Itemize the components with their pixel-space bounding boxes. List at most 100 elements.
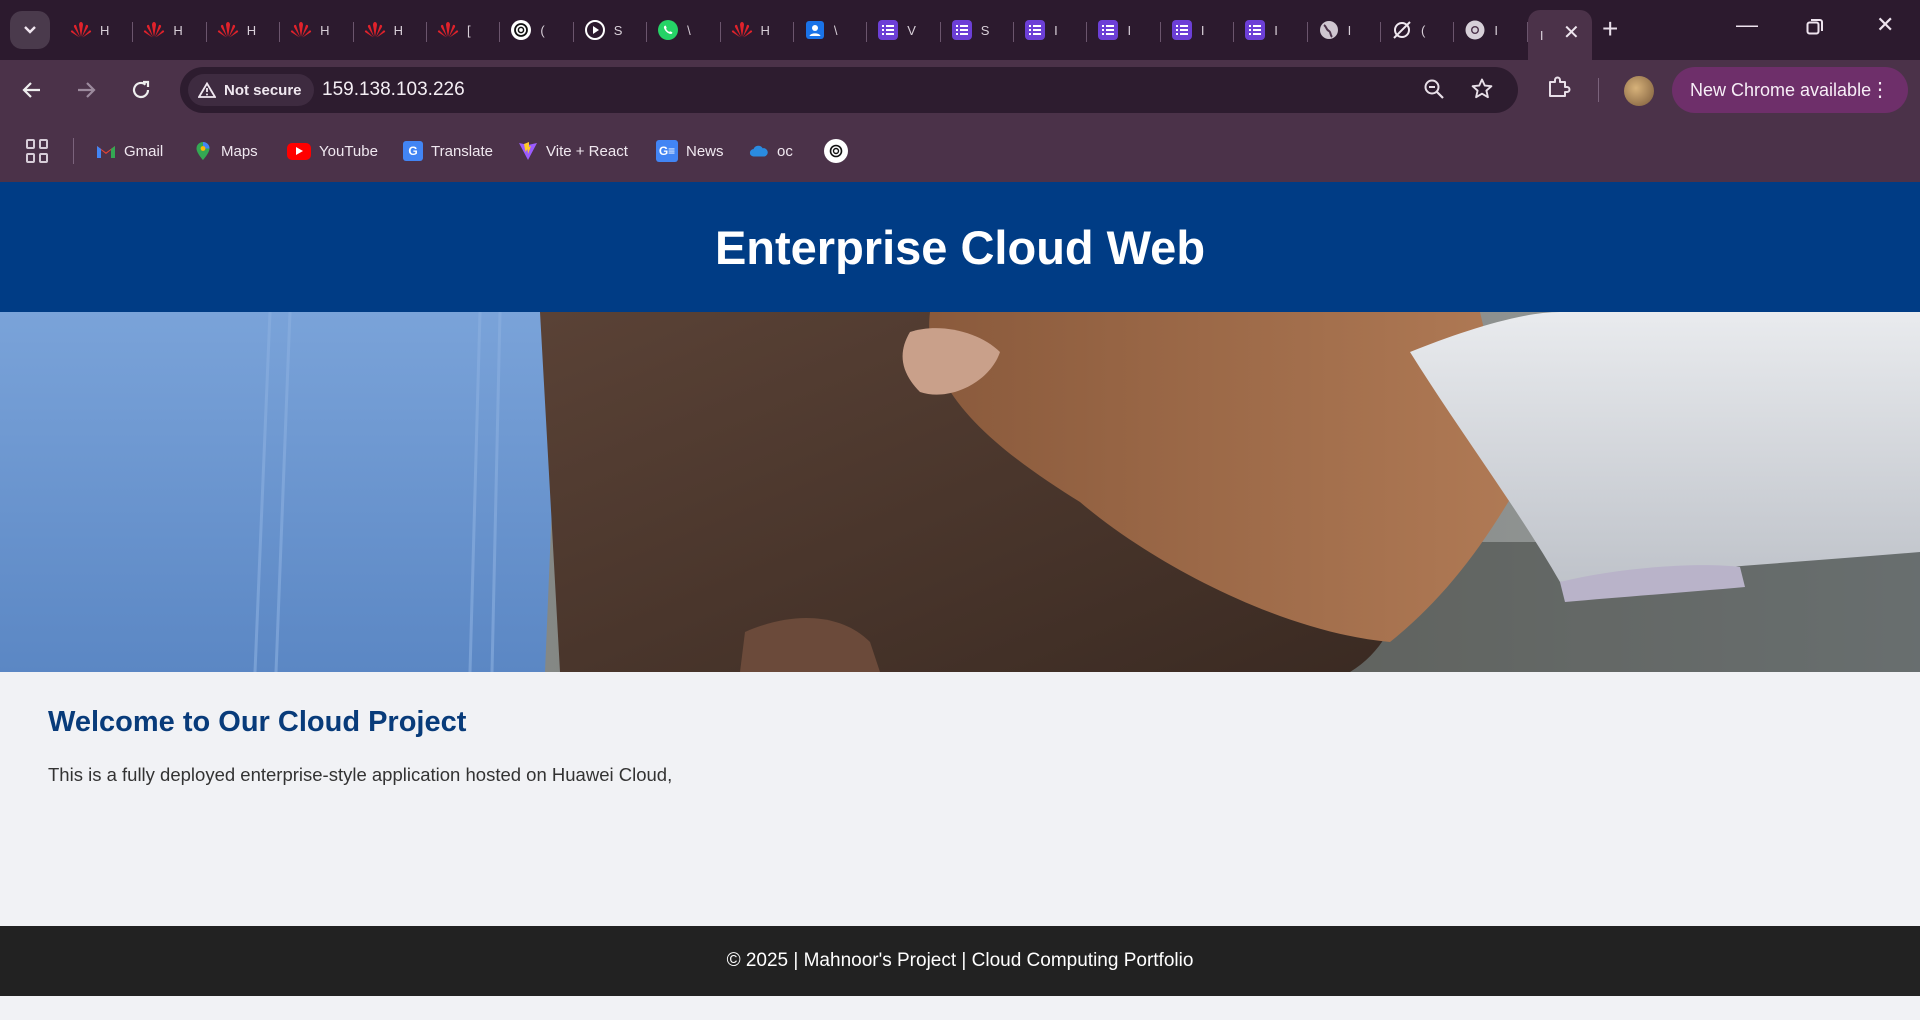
bookmark-oc[interactable]: oc	[749, 137, 793, 165]
browser-tab[interactable]: I	[1454, 10, 1529, 50]
tab-title: H	[173, 22, 183, 38]
browser-tab[interactable]: \	[794, 10, 868, 50]
address-bar[interactable]: Not secure 159.138.103.226	[180, 67, 1518, 113]
browser-tab[interactable]: I	[1087, 10, 1162, 50]
bookmark-vite-react[interactable]: Vite + React	[518, 137, 628, 165]
bookmark-maps[interactable]: Maps	[193, 137, 258, 165]
huawei-icon	[68, 17, 94, 43]
browser-tab[interactable]: (	[500, 10, 575, 50]
browser-tab[interactable]: V	[867, 10, 942, 50]
list-icon	[1095, 17, 1121, 43]
bookmark-label: Translate	[431, 142, 493, 160]
active-browser-tab[interactable]: I ✕	[1527, 10, 1592, 60]
huawei-icon	[288, 17, 314, 43]
puzzle-icon	[1549, 76, 1571, 97]
url-text[interactable]: 159.138.103.226	[322, 79, 465, 101]
browser-tab[interactable]: S	[941, 10, 1015, 50]
tab-title: H	[320, 22, 330, 38]
footer-text: © 2025 | Mahnoor's Project | Cloud Compu…	[726, 950, 1194, 971]
browser-tab[interactable]: H	[207, 10, 281, 50]
hero-image	[0, 312, 1920, 672]
tab-title: [	[466, 22, 471, 38]
close-tab-icon[interactable]: ✕	[1563, 20, 1580, 45]
browser-toolbar: Not secure 159.138.103.226 New Chrome av…	[0, 60, 1920, 120]
list-icon	[875, 17, 901, 43]
list-icon	[1169, 17, 1195, 43]
maps-icon	[193, 141, 213, 161]
browser-tab[interactable]: H	[354, 10, 428, 50]
list-icon	[1022, 17, 1048, 43]
huawei-icon	[729, 17, 755, 43]
browser-tab[interactable]: H	[133, 10, 208, 50]
security-label: Not secure	[224, 81, 302, 99]
browser-tab[interactable]: I	[1161, 10, 1235, 50]
zoom-button[interactable]	[1422, 77, 1446, 107]
play-icon	[582, 17, 608, 43]
minimize-button[interactable]: —	[1736, 12, 1758, 38]
bookmark-label: Vite + React	[546, 142, 628, 160]
bookmark-youtube[interactable]: YouTube	[287, 137, 378, 165]
bookmark-star-button[interactable]	[1470, 77, 1494, 107]
security-chip[interactable]: Not secure	[188, 74, 314, 106]
page-bottom-area	[0, 996, 1920, 1020]
chatgpt-icon	[824, 139, 848, 163]
list-icon	[1242, 17, 1268, 43]
tab-strip: H H H H H[(S \ H \ V S I I I I I(I I ✕ + — ✕	[0, 0, 1920, 60]
huawei-icon	[215, 17, 241, 43]
contacts-icon	[802, 17, 828, 43]
bookmark-news[interactable]: G≡ News	[656, 137, 724, 165]
tab-title: I	[1054, 22, 1058, 38]
bookmark-label: oc	[777, 142, 793, 160]
bookmark-gmail[interactable]: Gmail	[96, 137, 163, 165]
browser-tab[interactable]: H	[721, 10, 795, 50]
warning-icon	[198, 82, 216, 98]
extensions-button[interactable]	[1546, 74, 1572, 107]
tab-title: I	[1539, 27, 1544, 43]
huawei-icon	[362, 17, 388, 43]
news-icon: G≡	[656, 140, 678, 162]
list-icon	[949, 17, 975, 43]
bookmark-translate[interactable]: G Translate	[403, 137, 493, 165]
tab-title: \	[833, 22, 838, 38]
site-header: Enterprise Cloud Web	[0, 182, 1920, 312]
new-tab-button[interactable]: +	[1602, 14, 1618, 44]
bookmark-chatgpt[interactable]	[824, 137, 848, 165]
arrow-left-icon	[22, 82, 40, 98]
restore-button[interactable]	[1806, 16, 1824, 42]
bookmark-label: Gmail	[124, 142, 164, 160]
tab-title: H	[246, 22, 257, 38]
no-signal-icon	[1389, 17, 1415, 43]
toolbar-divider	[1598, 78, 1599, 102]
browser-tab[interactable]: S	[574, 10, 648, 50]
browser-tab[interactable]: [	[427, 10, 501, 50]
browser-tab[interactable]: I	[1308, 10, 1382, 50]
tab-title: (	[1421, 22, 1426, 38]
browser-tab[interactable]: I	[1014, 10, 1088, 50]
tab-search-button[interactable]	[10, 11, 50, 49]
arrow-right-icon	[78, 82, 96, 98]
apps-grid-icon[interactable]	[26, 139, 50, 163]
huawei-icon	[141, 17, 167, 43]
reload-icon	[132, 80, 150, 99]
tab-title: I	[1347, 22, 1352, 38]
browser-tab[interactable]: H	[60, 10, 134, 50]
close-window-button[interactable]: ✕	[1876, 12, 1894, 38]
browser-tab[interactable]: H	[280, 10, 354, 50]
browser-tab[interactable]: I	[1234, 10, 1309, 50]
browser-tab[interactable]: (	[1381, 10, 1455, 50]
youtube-icon	[287, 142, 311, 160]
chrome-update-button[interactable]: New Chrome available ⋮	[1672, 67, 1908, 113]
forward-button[interactable]	[72, 76, 100, 104]
star-icon	[1471, 78, 1493, 99]
back-button[interactable]	[18, 76, 46, 104]
handshake-photo	[0, 312, 1920, 672]
chevron-down-icon	[24, 26, 36, 34]
more-vert-icon[interactable]: ⋮	[1870, 77, 1890, 102]
bookmark-label: YouTube	[319, 142, 378, 160]
tab-title: I	[1274, 22, 1278, 38]
zoom-out-icon	[1424, 79, 1444, 99]
reload-button[interactable]	[127, 76, 155, 104]
tab-title: I	[1127, 22, 1132, 38]
profile-avatar[interactable]	[1624, 76, 1654, 106]
browser-tab[interactable]: \	[647, 10, 721, 50]
